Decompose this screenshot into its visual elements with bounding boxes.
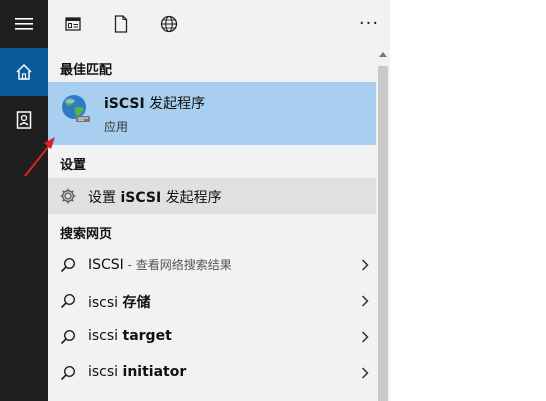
web-filter-button[interactable] xyxy=(156,11,182,37)
hamburger-menu-button[interactable] xyxy=(0,0,48,48)
best-match-subtitle: 应用 xyxy=(104,120,129,134)
section-web: 搜索网页 xyxy=(60,227,113,242)
best-match-title-bold: iSCSI xyxy=(104,96,145,112)
home-button[interactable] xyxy=(0,48,48,96)
chevron-right-icon[interactable] xyxy=(358,328,372,346)
web-result-query: iscsi xyxy=(88,295,123,311)
globe-icon xyxy=(160,15,178,33)
search-icon xyxy=(58,291,78,311)
web-result-bold: target xyxy=(122,328,172,344)
results-scrollbar[interactable] xyxy=(376,48,390,401)
search-icon xyxy=(58,255,78,275)
chevron-right-icon[interactable] xyxy=(358,292,372,310)
search-icon xyxy=(58,327,78,347)
hamburger-menu-icon xyxy=(15,18,33,30)
settings-item-prefix: 设置 xyxy=(88,190,121,206)
scroll-up-arrow-icon[interactable] xyxy=(379,52,387,57)
web-result-item[interactable]: ISCSI - 查看网络搜索结果 xyxy=(48,247,376,283)
web-result-bold: initiator xyxy=(122,364,187,380)
web-result-label: iscsi target xyxy=(88,328,172,344)
web-result-hint: - 查看网络搜索结果 xyxy=(123,258,232,272)
document-icon xyxy=(114,15,128,33)
best-match-item[interactable]: iSCSI 发起程序 应用 xyxy=(48,82,376,145)
scrollbar-thumb[interactable] xyxy=(378,66,388,401)
web-result-item[interactable]: iscsi target xyxy=(48,319,376,355)
web-result-bold: 存储 xyxy=(122,295,151,311)
notebook-button[interactable] xyxy=(0,96,48,144)
web-result-query: iscsi xyxy=(88,364,123,380)
settings-item-label: 设置 iSCSI 发起程序 xyxy=(88,187,222,207)
web-result-label: iscsi initiator xyxy=(88,364,186,380)
notebook-icon xyxy=(16,111,32,129)
documents-filter-button[interactable] xyxy=(108,11,134,37)
best-match-title-rest: 发起程序 xyxy=(144,96,206,112)
app-list-icon xyxy=(65,17,81,31)
start-rail xyxy=(0,0,48,401)
iscsi-globe-icon xyxy=(62,95,90,122)
home-icon xyxy=(16,63,32,80)
apps-filter-button[interactable] xyxy=(60,11,86,37)
web-result-item[interactable]: iscsi 存储 xyxy=(48,283,376,319)
search-results-panel: ··· 最佳匹配 iSCSI 发起程序 应用 设置 设置 iSCSI 发起程序 … xyxy=(48,0,390,401)
settings-item-bold: iSCSI xyxy=(120,190,162,206)
results-list: 最佳匹配 iSCSI 发起程序 应用 设置 设置 iSCSI 发起程序 搜索网页… xyxy=(48,48,376,401)
web-result-item[interactable]: iscsi initiator xyxy=(48,355,376,391)
filter-toolbar: ··· xyxy=(48,0,390,48)
settings-item-iscsi[interactable]: 设置 iSCSI 发起程序 xyxy=(48,178,376,214)
best-match-title: iSCSI 发起程序 xyxy=(104,93,205,113)
gear-icon xyxy=(58,186,78,206)
section-settings: 设置 xyxy=(60,158,87,173)
web-result-label: ISCSI - 查看网络搜索结果 xyxy=(88,256,232,273)
web-result-query: iscsi xyxy=(88,328,123,344)
more-options-button[interactable]: ··· xyxy=(356,8,382,38)
chevron-right-icon[interactable] xyxy=(358,256,372,274)
chevron-right-icon[interactable] xyxy=(358,364,372,382)
section-best-match: 最佳匹配 xyxy=(60,63,113,78)
web-result-query: ISCSI xyxy=(88,257,124,273)
search-icon xyxy=(58,363,78,383)
settings-item-suffix: 发起程序 xyxy=(161,190,222,206)
web-result-label: iscsi 存储 xyxy=(88,292,151,312)
